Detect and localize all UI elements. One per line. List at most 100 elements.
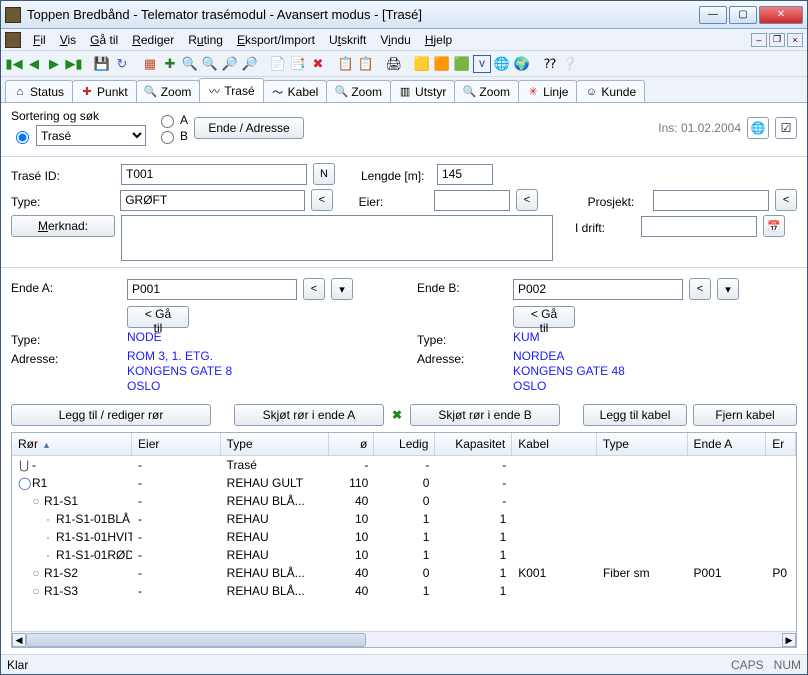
menu-rediger[interactable]: Rediger (126, 31, 180, 49)
checklist-button[interactable]: ☑ (775, 117, 797, 139)
flag4-icon[interactable]: V (473, 55, 491, 73)
sort-radio-b[interactable] (161, 131, 174, 144)
ende-a-drop-button[interactable]: ▾ (331, 278, 353, 300)
tab-status[interactable]: ⌂Status (5, 80, 73, 102)
zoom-in-icon[interactable]: 🔍 (201, 55, 219, 73)
type-input[interactable] (120, 190, 305, 211)
ende-b-drop-button[interactable]: ▾ (717, 278, 739, 300)
col-diameter[interactable]: ø (329, 433, 374, 455)
legg-rediger-ror-button[interactable]: Legg til / rediger rør (11, 404, 211, 426)
prosjekt-input[interactable] (653, 190, 769, 211)
prosjekt-dropdown-button[interactable]: < (775, 189, 797, 211)
zoom-arrow-icon[interactable]: 🔎 (221, 55, 239, 73)
menu-fil[interactable]: Fil (27, 31, 52, 49)
tab-utstyr[interactable]: ▥Utstyr (390, 80, 455, 102)
tab-kabel[interactable]: 〜Kabel (263, 80, 328, 102)
menu-vindu[interactable]: Vindu (374, 31, 417, 49)
table-row[interactable]: ○R1-S1-REHAU BLÅ...400- (12, 492, 796, 510)
tab-punkt[interactable]: ✚Punkt (72, 80, 137, 102)
col-kabeltype[interactable]: Type (597, 433, 688, 455)
globe2-icon[interactable]: 🌍 (513, 55, 531, 73)
tool-grid-icon[interactable]: ▦ (141, 55, 159, 73)
fjern-kabel-button[interactable]: Fjern kabel (693, 404, 797, 426)
save-icon[interactable]: 💾 (93, 55, 111, 73)
minimize-button[interactable]: — (699, 6, 727, 24)
trase-id-input[interactable] (121, 164, 307, 185)
nav-last-icon[interactable]: ▶▮ (65, 55, 83, 73)
copy-doc-icon[interactable]: 📑 (289, 55, 307, 73)
sort-combo[interactable]: Trasé (36, 125, 146, 146)
tab-zoom-3[interactable]: 🔍Zoom (454, 80, 519, 102)
menu-vis[interactable]: Vis (54, 31, 82, 49)
nav-first-icon[interactable]: ▮◀ (5, 55, 23, 73)
n-button[interactable]: N (313, 163, 335, 185)
table-row[interactable]: ◯R1-REHAU GULT1100- (12, 474, 796, 492)
col-endeb[interactable]: Er (766, 433, 796, 455)
merknad-button[interactable]: Merknad: (11, 215, 115, 237)
new-doc-icon[interactable]: 📄 (269, 55, 287, 73)
eier-input[interactable] (434, 190, 510, 211)
sort-radio-a[interactable] (161, 115, 174, 128)
close-button[interactable]: ✕ (759, 6, 803, 24)
table-row[interactable]: ○R1-S3-REHAU BLÅ...4011 (12, 582, 796, 600)
mdi-close[interactable]: × (787, 33, 803, 47)
ende-b-goto-button[interactable]: < Gå til (513, 306, 575, 328)
lengde-input[interactable] (437, 164, 493, 185)
maximize-button[interactable]: ▢ (729, 6, 757, 24)
idrift-input[interactable] (641, 216, 757, 237)
table-row[interactable]: ·R1-S1-01HVIT-REHAU1011 (12, 528, 796, 546)
print-icon[interactable]: 🖨 (385, 55, 403, 73)
help-pointer-icon[interactable]: ⁇ (541, 55, 559, 73)
scroll-thumb[interactable] (26, 633, 366, 647)
tab-trase[interactable]: 〰Trasé (199, 78, 263, 102)
horizontal-scrollbar[interactable]: ◀ ▶ (12, 631, 796, 647)
menu-eksport[interactable]: Eksport/Import (231, 31, 321, 49)
idrift-calendar-button[interactable]: 📅 (763, 215, 785, 237)
skjot-ende-a-button[interactable]: Skjøt rør i ende A (234, 404, 384, 426)
scroll-right-icon[interactable]: ▶ (782, 633, 796, 647)
globe1-icon[interactable]: 🌐 (493, 55, 511, 73)
tool-plus-icon[interactable]: ✚ (161, 55, 179, 73)
nav-next-icon[interactable]: ▶ (45, 55, 63, 73)
col-eier[interactable]: Eier (132, 433, 221, 455)
menu-gaatil[interactable]: Gå til (84, 31, 124, 49)
table-row[interactable]: ○R1-S2-REHAU BLÅ...4001K001Fiber smP001P… (12, 564, 796, 582)
ende-a-goto-button[interactable]: < Gå til (127, 306, 189, 328)
copy-icon[interactable]: 📋 (337, 55, 355, 73)
legg-kabel-button[interactable]: Legg til kabel (583, 404, 687, 426)
mdi-restore[interactable]: ❐ (769, 33, 785, 47)
ende-b-pick-button[interactable]: < (689, 278, 711, 300)
flag3-icon[interactable]: 🟩 (453, 55, 471, 73)
table-row[interactable]: ⋃--Trasé--- (12, 456, 796, 474)
menu-utskrift[interactable]: Utskrift (323, 31, 372, 49)
eier-dropdown-button[interactable]: < (516, 189, 538, 211)
menu-hjelp[interactable]: Hjelp (419, 31, 458, 49)
col-kabel[interactable]: Kabel (512, 433, 597, 455)
tab-kunde[interactable]: ☺Kunde (576, 80, 645, 102)
col-endea[interactable]: Ende A (688, 433, 767, 455)
tab-linje[interactable]: ✳Linje (518, 80, 577, 102)
sort-radio-main[interactable] (16, 131, 29, 144)
ende-adresse-button[interactable]: Ende / Adresse (194, 117, 304, 139)
menu-ruting[interactable]: Ruting (182, 31, 229, 49)
ende-a-pick-button[interactable]: < (303, 278, 325, 300)
zoom-out-icon[interactable]: 🔍 (181, 55, 199, 73)
flag1-icon[interactable]: 🟨 (413, 55, 431, 73)
col-type[interactable]: Type (221, 433, 329, 455)
col-ror[interactable]: Rør▲ (12, 433, 132, 455)
ende-b-input[interactable] (513, 279, 683, 300)
mdi-minimize[interactable]: – (751, 33, 767, 47)
refresh-icon[interactable]: ↻ (113, 55, 131, 73)
table-body[interactable]: ⋃--Trasé---◯R1-REHAU GULT1100-○R1-S1-REH… (12, 456, 796, 631)
paste-icon[interactable]: 📋 (357, 55, 375, 73)
scroll-left-icon[interactable]: ◀ (12, 633, 26, 647)
col-kapasitet[interactable]: Kapasitet (435, 433, 512, 455)
table-row[interactable]: ·R1-S1-01BLÅ-REHAU1011 (12, 510, 796, 528)
delete-icon[interactable]: ✖ (309, 55, 327, 73)
tab-zoom-2[interactable]: 🔍Zoom (326, 80, 391, 102)
type-dropdown-button[interactable]: < (311, 189, 333, 211)
help-icon[interactable]: ❔ (561, 55, 579, 73)
nav-prev-icon[interactable]: ◀ (25, 55, 43, 73)
col-ledig[interactable]: Ledig (374, 433, 435, 455)
zoom-fit-icon[interactable]: 🔎 (241, 55, 259, 73)
